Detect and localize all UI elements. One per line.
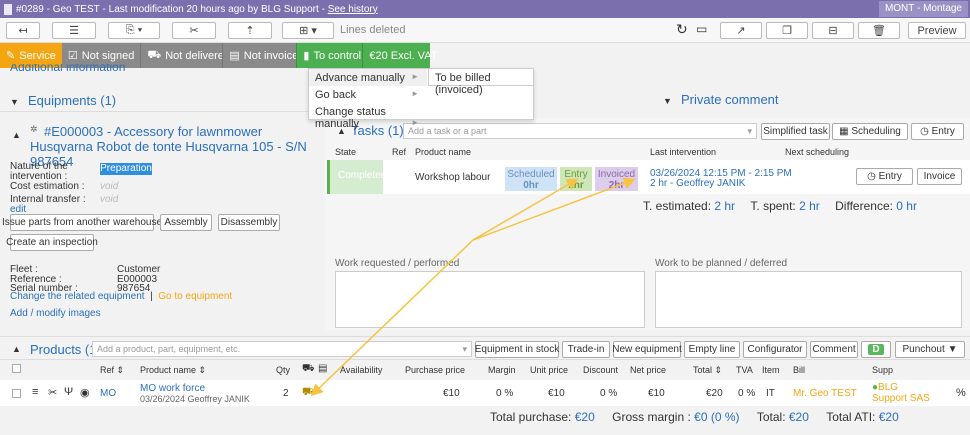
annotation-arrows	[310, 177, 636, 397]
arrow-lines	[310, 177, 636, 397]
